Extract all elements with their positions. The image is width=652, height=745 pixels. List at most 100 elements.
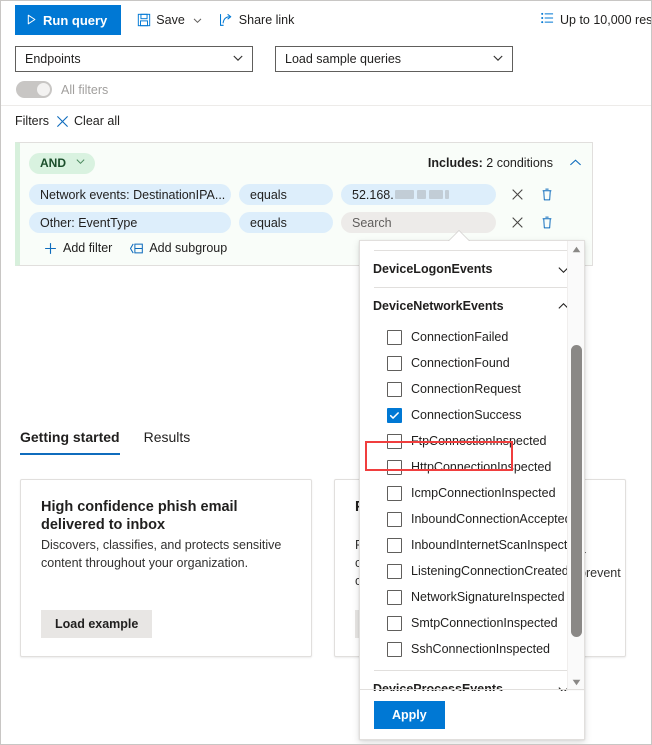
dropdown-option[interactable]: ConnectionFailed <box>360 324 584 350</box>
run-query-button[interactable]: Run query <box>15 5 122 35</box>
run-query-label: Run query <box>43 12 108 28</box>
content-tabs: Getting started Results <box>20 429 190 455</box>
sample-queries-select[interactable]: Load sample queries <box>275 46 513 72</box>
dropdown-option[interactable]: SshConnectionInspected <box>360 636 584 662</box>
delete-condition-button[interactable] <box>538 212 556 233</box>
checkbox[interactable] <box>387 641 402 657</box>
card-description: Discovers, classifies, and protects sens… <box>41 538 282 571</box>
add-filter-button[interactable]: Add filter <box>44 241 112 255</box>
group-operator-label: AND <box>40 156 66 170</box>
checkbox[interactable] <box>387 381 402 397</box>
floppy-disk-icon <box>137 13 151 27</box>
filter-condition-row: Network events: DestinationIPA... equals… <box>29 184 556 205</box>
toggle-knob <box>37 83 50 96</box>
checkbox[interactable] <box>387 433 402 449</box>
all-filters-toggle[interactable] <box>16 81 52 98</box>
clear-condition-button[interactable] <box>504 212 530 233</box>
scrollbar-thumb[interactable] <box>571 345 582 637</box>
dropdown-option-label: ConnectionSuccess <box>411 408 522 422</box>
filter-group-header: AND Includes: 2 conditions <box>29 152 582 174</box>
dropdown-option[interactable]: SmtpConnectionInspected <box>360 610 584 636</box>
checkbox[interactable] <box>387 563 402 579</box>
card-title: High confidence phish email delivered to… <box>41 499 238 534</box>
load-example-button[interactable]: Load example <box>41 610 153 638</box>
checkbox[interactable] <box>387 329 402 345</box>
command-toolbar: Run query Save Share link Up to 10,000 r… <box>1 1 651 39</box>
checkbox[interactable] <box>387 537 402 553</box>
query-builder-page: Run query Save Share link Up to 10,000 r… <box>0 0 652 745</box>
checkbox[interactable] <box>387 615 402 631</box>
dropdown-option-connection-success[interactable]: ConnectionSuccess <box>360 402 584 428</box>
condition-operator-select[interactable]: equals <box>239 212 333 233</box>
dropdown-option[interactable]: ConnectionRequest <box>360 376 584 402</box>
all-filters-label: All filters <box>61 82 109 97</box>
dropdown-option-label: IcmpConnectionInspected <box>411 486 556 500</box>
checkbox-checked[interactable] <box>387 407 402 423</box>
add-subgroup-button[interactable]: Add subgroup <box>129 241 227 255</box>
dropdown-option-label: HttpConnectionInspected <box>411 460 552 474</box>
checkbox[interactable] <box>387 511 402 527</box>
dropdown-option-label: ConnectionRequest <box>411 382 521 396</box>
condition-operator-select[interactable]: equals <box>239 184 333 205</box>
includes-count: 2 conditions <box>486 156 553 170</box>
checkbox[interactable] <box>387 589 402 605</box>
clear-all-button[interactable]: Clear all <box>56 114 120 128</box>
dropdown-option-list: DeviceLogonEvents DeviceNetworkEvents Co… <box>360 241 584 691</box>
filters-header: Filters Clear all <box>15 114 120 128</box>
dropdown-option-label: ConnectionFound <box>411 356 510 370</box>
dropdown-option[interactable]: FtpConnectionInspected <box>360 428 584 454</box>
dropdown-option[interactable]: IcmpConnectionInspected <box>360 480 584 506</box>
dropdown-scrollbar[interactable] <box>567 241 584 691</box>
tab-results[interactable]: Results <box>144 429 191 455</box>
dropdown-option-label: ListeningConnectionCreated <box>411 564 569 578</box>
add-subgroup-label: Add subgroup <box>149 241 228 255</box>
condition-field-select[interactable]: Network events: DestinationIPA... <box>29 184 231 205</box>
clear-condition-button[interactable] <box>504 184 530 205</box>
close-icon <box>56 115 69 128</box>
results-limit-indicator[interactable]: Up to 10,000 res <box>541 12 652 27</box>
group-operator-dropdown[interactable]: AND <box>29 152 95 174</box>
scope-select[interactable]: Endpoints <box>15 46 253 72</box>
condition-value-select[interactable]: 52.168. <box>341 184 496 205</box>
scroll-up-icon[interactable] <box>568 241 585 258</box>
tab-getting-started[interactable]: Getting started <box>20 429 120 455</box>
share-icon <box>219 13 234 27</box>
scope-select-value: Endpoints <box>25 52 81 66</box>
subgroup-icon <box>129 242 144 255</box>
card-desc-fragment: ir prevent <box>579 546 621 582</box>
dropdown-group-header[interactable]: DeviceNetworkEvents <box>360 288 584 324</box>
share-link-button[interactable]: Share link <box>219 13 294 27</box>
dropdown-group-header[interactable]: DeviceProcessEvents <box>360 671 584 691</box>
filters-title: Filters <box>15 114 50 128</box>
chevron-down-icon <box>492 52 504 67</box>
dropdown-option[interactable]: InboundConnectionAccepted <box>360 506 584 532</box>
chevron-down-icon[interactable] <box>192 15 203 26</box>
add-filter-label: Add filter <box>63 241 113 255</box>
checkbox[interactable] <box>387 459 402 475</box>
results-limit-label: Up to 10,000 res <box>560 12 652 27</box>
redacted-block <box>444 190 449 199</box>
delete-condition-button[interactable] <box>538 184 556 205</box>
dropdown-footer: Apply <box>360 689 584 739</box>
card-desc-fragment-line: prevent <box>579 566 621 581</box>
save-button[interactable]: Save <box>137 13 203 27</box>
condition-field-select[interactable]: Other: EventType <box>29 212 231 233</box>
condition-value-text: 52.168. <box>352 187 394 202</box>
checkbox[interactable] <box>387 485 402 501</box>
dropdown-option[interactable]: NetworkSignatureInspected <box>360 584 584 610</box>
condition-value-search-input[interactable]: Search <box>341 212 496 233</box>
dropdown-option[interactable]: InboundInternetScanInspected <box>360 532 584 558</box>
all-filters-toggle-row: All filters <box>16 81 108 98</box>
example-card[interactable]: High confidence phish email delivered to… <box>20 479 312 657</box>
checkbox[interactable] <box>387 355 402 371</box>
collapse-group-button[interactable] <box>569 158 582 168</box>
dropdown-option[interactable]: ConnectionFound <box>360 350 584 376</box>
includes-summary: Includes: 2 conditions <box>428 156 582 170</box>
dropdown-option[interactable]: HttpConnectionInspected <box>360 454 584 480</box>
apply-button[interactable]: Apply <box>374 700 445 729</box>
sample-queries-value: Load sample queries <box>285 52 402 66</box>
dropdown-option-label: ConnectionFailed <box>411 330 509 344</box>
dropdown-option-label: NetworkSignatureInspected <box>411 590 565 604</box>
dropdown-group-header[interactable]: DeviceLogonEvents <box>360 251 584 287</box>
dropdown-option[interactable]: ListeningConnectionCreated <box>360 558 584 584</box>
